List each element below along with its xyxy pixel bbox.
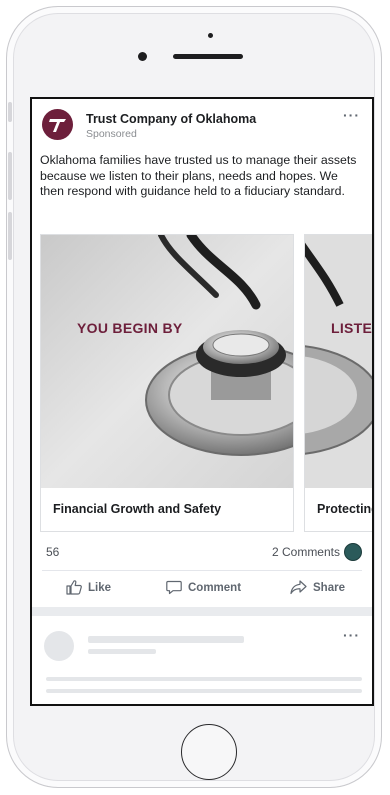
comment-button[interactable]: Comment (166, 580, 241, 595)
comment-label: Comment (188, 581, 242, 594)
sponsored-label: Sponsored (86, 128, 137, 140)
home-button[interactable] (181, 724, 237, 780)
viewer-avatar[interactable] (344, 543, 362, 561)
card-overlay-text: YOU BEGIN BY (77, 320, 183, 336)
front-camera (138, 52, 147, 61)
ad-carousel[interactable]: YOU BEGIN BY Financial Growth and Safety… (40, 234, 373, 534)
like-label: Like (88, 581, 112, 594)
share-arrow-icon (290, 580, 307, 595)
card-title[interactable]: Financial Growth and Safety (53, 502, 221, 516)
engagement-stats: 56 2 Comments (46, 543, 362, 565)
post-header: Trust Company of Oklahoma Sponsored ··· (42, 107, 362, 147)
carousel-card[interactable]: LISTEN Protecting (304, 234, 373, 532)
action-bar: Like Comment Share (32, 575, 372, 603)
trust-company-logo-icon (48, 118, 66, 132)
earpiece-speaker (173, 54, 243, 59)
card-title[interactable]: Protecting (317, 502, 372, 516)
stethoscope-image (41, 235, 293, 488)
mute-switch (8, 102, 12, 122)
placeholder-line (88, 649, 156, 654)
placeholder-line (46, 677, 362, 681)
share-label: Share (313, 581, 345, 594)
page-name-link[interactable]: Trust Company of Oklahoma (86, 112, 256, 126)
carousel-card[interactable]: YOU BEGIN BY Financial Growth and Safety (40, 234, 294, 532)
comment-bubble-icon (166, 580, 182, 595)
placeholder-avatar (44, 631, 74, 661)
placeholder-line (46, 689, 362, 693)
phone-screen: Trust Company of Oklahoma Sponsored ··· … (30, 97, 374, 706)
comments-count-link[interactable]: 2 Comments (272, 545, 340, 559)
reaction-count[interactable]: 56 (46, 545, 59, 559)
post-body-text: Oklahoma families have trusted us to man… (40, 153, 357, 198)
like-button[interactable]: Like (66, 580, 111, 595)
feed-separator (32, 607, 372, 616)
placeholder-more-icon: ··· (343, 627, 360, 643)
thumbs-up-icon (66, 580, 82, 595)
stethoscope-image (305, 235, 372, 488)
sensor-dot (208, 33, 213, 38)
post-more-options-icon[interactable]: ··· (343, 107, 360, 123)
page-avatar[interactable] (42, 109, 73, 140)
share-button[interactable]: Share (290, 580, 345, 595)
placeholder-line (88, 636, 244, 643)
divider (42, 570, 362, 571)
volume-down-button (8, 212, 12, 260)
volume-up-button (8, 152, 12, 200)
card-overlay-text: LISTEN (331, 320, 373, 336)
